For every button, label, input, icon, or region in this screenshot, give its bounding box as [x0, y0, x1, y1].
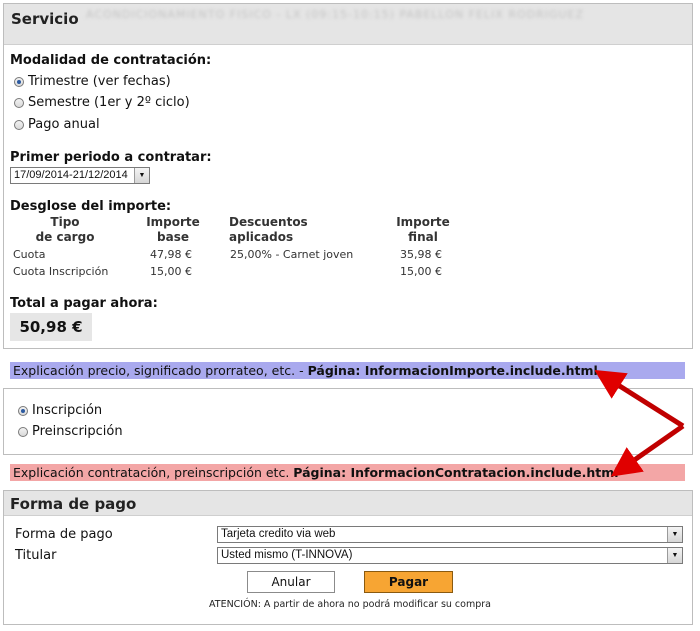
- pagar-button[interactable]: Pagar: [364, 571, 453, 593]
- modalidad-option-label: Pago anual: [28, 117, 100, 132]
- modalidad-option-label: Semestre (1er y 2º ciclo): [28, 95, 190, 110]
- header-descuentos: Descuentos aplicados: [229, 215, 319, 245]
- cell-tipo: Cuota Inscripción: [13, 265, 109, 278]
- radio-unchecked-icon[interactable]: [14, 119, 24, 130]
- anular-button[interactable]: Anular: [247, 571, 335, 593]
- chevron-down-icon[interactable]: ▼: [134, 168, 149, 183]
- modalidad-option-semestre[interactable]: Semestre (1er y 2º ciclo): [14, 95, 190, 110]
- radio-unchecked-icon[interactable]: [14, 97, 24, 108]
- titular-value: Usted mismo (T-INNOVA): [221, 549, 353, 561]
- total-label: Total a pagar ahora:: [10, 296, 158, 311]
- forma-pago-value: Tarjeta credito via web: [221, 528, 336, 540]
- cell-tipo: Cuota: [13, 248, 46, 261]
- info-band-precio: Explicación precio, significado prorrate…: [10, 362, 685, 379]
- radio-unchecked-icon[interactable]: [18, 426, 28, 437]
- periodo-select[interactable]: 17/09/2014-21/12/2014 ▼: [10, 167, 150, 184]
- cell-descuento: 25,00% - Carnet joven: [230, 248, 354, 261]
- inscripcion-option-label: Inscripción: [32, 403, 103, 418]
- forma-pago-label: Forma de pago: [15, 527, 113, 542]
- header-final-line1: Importe: [396, 215, 450, 229]
- info-band-contratacion: Explicación contratación, preinscripción…: [10, 464, 685, 481]
- preinscripcion-option-label: Preinscripción: [32, 424, 123, 439]
- chevron-down-icon[interactable]: ▼: [667, 527, 682, 542]
- servicio-title: Servicio: [11, 10, 79, 28]
- double-arrow-icon: [595, 369, 685, 477]
- periodo-select-value: 17/09/2014-21/12/2014: [14, 169, 128, 181]
- titular-select[interactable]: Usted mismo (T-INNOVA) ▼: [217, 547, 683, 564]
- pago-title: Forma de pago: [10, 495, 137, 513]
- radio-checked-icon[interactable]: [14, 76, 24, 87]
- desglose-label: Desglose del importe:: [10, 199, 172, 214]
- header-base-line2: base: [157, 230, 189, 244]
- attention-note: ATENCIÓN: A partir de ahora no podrá mod…: [209, 599, 491, 610]
- forma-pago-select[interactable]: Tarjeta credito via web ▼: [217, 526, 683, 543]
- header-tipo-line2: de cargo: [35, 230, 95, 244]
- radio-checked-icon[interactable]: [18, 405, 28, 416]
- info-band-contratacion-text: Explicación contratación, preinscripción…: [13, 465, 294, 480]
- pago-header: Forma de pago: [4, 491, 692, 516]
- inscripcion-option[interactable]: Inscripción: [18, 403, 102, 418]
- header-final-line2: final: [408, 230, 438, 244]
- header-desc-line1: Descuentos: [229, 215, 308, 229]
- header-tipo-line1: Tipo: [50, 215, 80, 229]
- header-tipo: Tipo de cargo: [30, 215, 100, 245]
- info-band-contratacion-page: Página: InformacionContratacion.include.…: [293, 465, 619, 480]
- cell-base: 47,98 €: [150, 248, 192, 261]
- inscripcion-panel: [3, 388, 693, 455]
- modalidad-option-anual[interactable]: Pago anual: [14, 117, 100, 132]
- modalidad-option-trimestre[interactable]: Trimestre (ver fechas): [14, 74, 171, 89]
- modalidad-label: Modalidad de contratación:: [10, 53, 212, 68]
- periodo-label: Primer periodo a contratar:: [10, 150, 212, 165]
- header-importe-final: Importe final: [388, 215, 458, 245]
- titular-label: Titular: [15, 548, 57, 563]
- header-base-line1: Importe: [146, 215, 200, 229]
- chevron-down-icon[interactable]: ▼: [667, 548, 682, 563]
- preinscripcion-option[interactable]: Preinscripción: [18, 424, 123, 439]
- total-value: 50,98 €: [10, 313, 92, 341]
- cell-final: 35,98 €: [400, 248, 442, 261]
- header-desc-line2: aplicados: [229, 230, 294, 244]
- cell-base: 15,00 €: [150, 265, 192, 278]
- servicio-name-blurred: ACONDICIONAMIENTO FISICO - LX (09:15-10:…: [86, 8, 585, 21]
- header-importe-base: Importe base: [138, 215, 208, 245]
- modalidad-option-label: Trimestre (ver fechas): [28, 74, 171, 89]
- info-band-precio-page: Página: InformacionImporte.include.html: [307, 363, 598, 378]
- cell-final: 15,00 €: [400, 265, 442, 278]
- servicio-header: Servicio ACONDICIONAMIENTO FISICO - LX (…: [4, 4, 692, 45]
- info-band-precio-text: Explicación precio, significado prorrate…: [13, 363, 308, 378]
